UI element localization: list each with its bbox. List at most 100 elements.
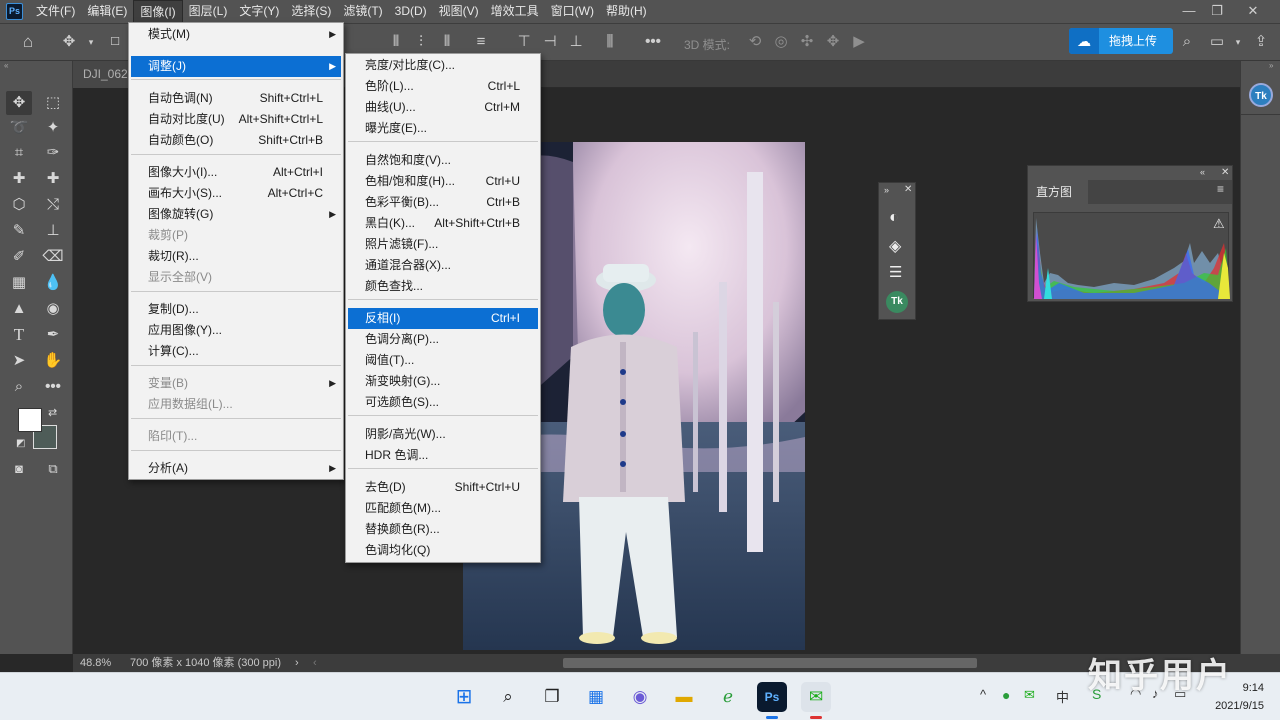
image-menu-item[interactable]: 图像旋转(G) ▶	[131, 204, 341, 225]
crop-tool[interactable]: ⌗	[6, 141, 32, 165]
menu-9[interactable]: 增效工具	[485, 0, 545, 23]
move-tool-icon[interactable]: ✥	[58, 31, 80, 53]
search-taskbar-icon[interactable]: ⌕	[493, 682, 523, 712]
menu-10[interactable]: 窗口(W)	[545, 0, 600, 23]
clock-date[interactable]: 2021/9/15	[1196, 700, 1264, 712]
distribute-icon[interactable]: ≡	[470, 31, 492, 53]
layers-icon[interactable]: ◈	[889, 236, 901, 256]
cache-warning-icon[interactable]: ⚠	[1213, 216, 1225, 232]
marquee-tool[interactable]: ⬚	[40, 91, 66, 115]
expand-icon[interactable]: »	[884, 185, 889, 195]
ime-indicator[interactable]: 中	[1056, 687, 1069, 706]
align-bottom-icon[interactable]: ⊥	[565, 31, 587, 53]
chat-icon[interactable]: ◉	[625, 682, 655, 712]
plugin-icon[interactable]: Tk	[886, 291, 908, 313]
brush-tool[interactable]: ✎	[6, 219, 32, 243]
browser-icon[interactable]: ℯ	[713, 682, 743, 712]
foreground-color-swatch[interactable]	[18, 408, 42, 432]
panel-close-icon[interactable]: ✕	[904, 184, 912, 195]
align-right-icon[interactable]: ⫴	[436, 31, 458, 53]
lasso-tool[interactable]: ➰	[6, 116, 32, 140]
image-menu-item[interactable]: 调整(J) ▶	[131, 56, 341, 77]
adjust-menu-item[interactable]: 照片滤镜(F)...	[348, 234, 538, 255]
document-tab[interactable]: DJI_0621	[73, 61, 135, 88]
swap-tool[interactable]: ⤭	[40, 193, 66, 217]
adjust-menu-item[interactable]: 色调分离(P)...	[348, 329, 538, 350]
image-menu-item[interactable]: 自动对比度(U) Alt+Shift+Ctrl+L	[131, 109, 341, 130]
menu-5[interactable]: 选择(S)	[285, 0, 337, 23]
3d-slide-icon[interactable]: ✥	[822, 31, 844, 53]
edit-toolbar-icon[interactable]: •••	[40, 375, 66, 399]
adjust-menu-item[interactable]: 色相/饱和度(H)... Ctrl+U	[348, 171, 538, 192]
search-icon[interactable]: ⌕	[1176, 31, 1198, 53]
history-brush-tool[interactable]: ✐	[6, 245, 32, 269]
menu-7[interactable]: 3D(D)	[389, 0, 433, 23]
workspace-chevron-icon[interactable]: ▾	[1227, 31, 1249, 53]
menu-2[interactable]: 图像(I)	[133, 0, 183, 23]
quick-mask-icon[interactable]: ◙	[6, 457, 32, 481]
image-menu-item[interactable]: 复制(D)...	[131, 299, 341, 320]
adjust-menu-item[interactable]: 可选颜色(S)...	[348, 392, 538, 413]
adjust-menu-item[interactable]: 颜色查找...	[348, 276, 538, 297]
zoom-tool[interactable]: ⌕	[6, 375, 32, 399]
image-menu-item[interactable]: 裁切(R)...	[131, 246, 341, 267]
menu-11[interactable]: 帮助(H)	[600, 0, 653, 23]
adjust-menu-item[interactable]: 反相(I) Ctrl+I	[348, 308, 538, 329]
patch-tool[interactable]: ✚	[40, 167, 66, 191]
auto-select-checkbox[interactable]: ☐	[104, 31, 126, 53]
swap-colors-icon[interactable]: ⇄	[48, 406, 57, 419]
file-explorer-icon[interactable]: ▬	[669, 682, 699, 712]
adjust-menu-item[interactable]: 曲线(U)... Ctrl+M	[348, 97, 538, 118]
image-menu-item[interactable]: 计算(C)...	[131, 341, 341, 362]
adjust-menu-item[interactable]: 阈值(T)...	[348, 350, 538, 371]
menu-0[interactable]: 文件(F)	[30, 0, 81, 23]
sponge-tool[interactable]: ◉	[40, 297, 66, 321]
plugin-dock-icon[interactable]: Tk	[1249, 83, 1273, 107]
screen-mode-icon[interactable]: ⧉	[40, 457, 66, 481]
healing-brush-tool[interactable]: ✚	[6, 167, 32, 191]
3d-roll-icon[interactable]: ◎	[770, 31, 792, 53]
adjust-menu-item[interactable]: 通道混合器(X)...	[348, 255, 538, 276]
dock-expand-icon[interactable]: »	[1269, 61, 1273, 70]
status-arrow[interactable]: ›	[295, 654, 299, 672]
image-menu-item[interactable]: 自动颜色(O) Shift+Ctrl+B	[131, 130, 341, 151]
adjust-menu-item[interactable]: HDR 色调...	[348, 445, 538, 466]
dodge-tool[interactable]: ▲	[6, 297, 32, 321]
magic-wand-tool[interactable]: ✦	[40, 116, 66, 140]
properties-icon[interactable]: ☰	[889, 263, 902, 281]
task-view-icon[interactable]: ❐	[537, 682, 567, 712]
menu-8[interactable]: 视图(V)	[433, 0, 485, 23]
align-left-icon[interactable]: ⫴	[385, 31, 407, 53]
menu-3[interactable]: 图层(L)	[183, 0, 234, 23]
gradient-tool[interactable]: ▦	[6, 271, 32, 295]
close-button[interactable]: ✕	[1238, 0, 1268, 23]
tray-chevron-icon[interactable]: ^	[980, 687, 986, 702]
clone-stamp-tool[interactable]: ⊥	[40, 219, 66, 243]
image-menu-item[interactable]: 图像大小(I)... Alt+Ctrl+I	[131, 162, 341, 183]
adjust-menu-item[interactable]: 替换颜色(R)...	[348, 519, 538, 540]
adjust-menu-item[interactable]: 色彩平衡(B)... Ctrl+B	[348, 192, 538, 213]
image-menu-item[interactable]: 自动色调(N) Shift+Ctrl+L	[131, 88, 341, 109]
photoshop-taskbar-icon[interactable]: Ps	[757, 682, 787, 712]
adjustments-icon[interactable]: ◐	[889, 209, 899, 227]
3d-drag-icon[interactable]: ✣	[796, 31, 818, 53]
wechat-icon[interactable]: ✉	[801, 682, 831, 712]
menu-6[interactable]: 滤镜(T)	[337, 0, 388, 23]
home-icon[interactable]: ⌂	[17, 31, 39, 53]
default-colors-icon[interactable]: ◩	[16, 438, 25, 449]
more-options-icon[interactable]: •••	[642, 31, 664, 53]
eyedropper-tool[interactable]: ✑	[40, 141, 66, 165]
widgets-icon[interactable]: ▦	[581, 682, 611, 712]
adjust-menu-item[interactable]: 阴影/高光(W)...	[348, 424, 538, 445]
chevron-down-icon[interactable]: ▾	[80, 31, 102, 53]
adjust-menu-item[interactable]: 色调均化(Q)	[348, 540, 538, 561]
image-menu-item[interactable]: 画布大小(S)... Alt+Ctrl+C	[131, 183, 341, 204]
adjust-menu-item[interactable]: 色阶(L)... Ctrl+L	[348, 76, 538, 97]
image-menu-item[interactable]: 分析(A) ▶	[131, 458, 341, 479]
share-icon[interactable]: ⇪	[1250, 31, 1272, 53]
adjust-menu-item[interactable]: 匹配颜色(M)...	[348, 498, 538, 519]
tray-app-icon[interactable]: ●	[1002, 687, 1010, 703]
adjust-menu-item[interactable]: 曝光度(E)...	[348, 118, 538, 139]
menu-1[interactable]: 编辑(E)	[81, 0, 133, 23]
align-top-icon[interactable]: ⊤	[513, 31, 535, 53]
